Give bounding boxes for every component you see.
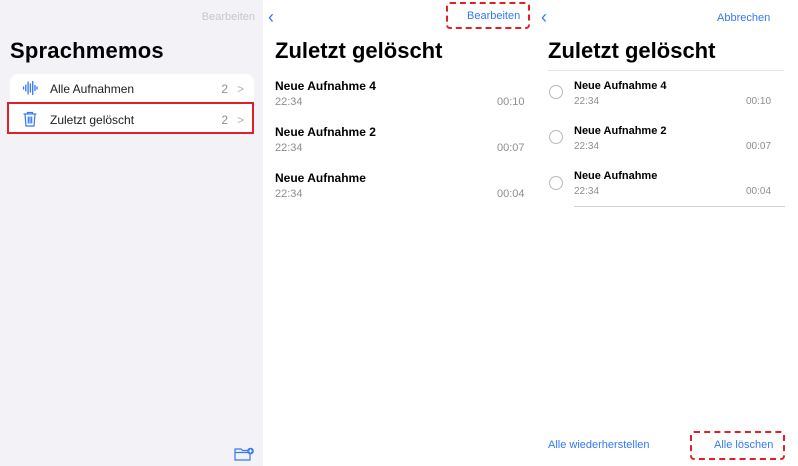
recording-time: 22:34 xyxy=(574,96,600,107)
sidebar-item-recently-deleted[interactable]: Zuletzt gelöscht 2 > xyxy=(7,102,254,134)
recently-deleted-panel xyxy=(263,0,537,466)
recording-name: Neue Aufnahme 4 xyxy=(275,79,376,93)
sidebar-item-all-recordings[interactable]: Alle Aufnahmen 2 > xyxy=(10,74,254,103)
edit-button[interactable]: Bearbeiten xyxy=(467,10,520,22)
recording-duration: 00:07 xyxy=(497,142,525,154)
back-chevron-icon[interactable]: ‹ xyxy=(541,7,547,28)
recording-time: 22:34 xyxy=(574,141,600,152)
recording-name: Neue Aufnahme 4 xyxy=(574,80,667,92)
page-title: Zuletzt gelöscht xyxy=(275,38,443,63)
recording-duration: 00:04 xyxy=(497,188,525,200)
recording-time: 22:34 xyxy=(275,188,303,200)
sidebar-title: Sprachmemos xyxy=(10,38,164,63)
recording-name: Neue Aufnahme xyxy=(574,170,658,182)
sidebar-item-label: Zuletzt gelöscht xyxy=(50,113,135,127)
select-radio[interactable] xyxy=(549,85,563,99)
sidebar-edit-button[interactable]: Bearbeiten xyxy=(202,11,255,23)
sidebar-item-count: 2 xyxy=(221,113,228,127)
recording-time: 22:34 xyxy=(574,186,600,197)
trash-icon xyxy=(23,111,37,127)
sidebar-item-label: Alle Aufnahmen xyxy=(50,82,135,96)
waveform-icon xyxy=(22,80,38,96)
back-chevron-icon[interactable]: ‹ xyxy=(268,7,274,28)
sidebar-item-count: 2 xyxy=(221,82,228,96)
divider xyxy=(574,206,785,207)
recording-name: Neue Aufnahme 2 xyxy=(275,125,376,139)
sidebar: Bearbeiten Sprachmemos Alle Aufnahmen 2 … xyxy=(0,0,263,466)
select-radio[interactable] xyxy=(549,130,563,144)
recording-duration: 00:10 xyxy=(746,96,772,107)
recording-name: Neue Aufnahme 2 xyxy=(574,125,667,137)
restore-all-button[interactable]: Alle wiederherstellen xyxy=(548,439,650,451)
recording-duration: 00:04 xyxy=(746,186,772,197)
chevron-right-icon: > xyxy=(236,82,244,96)
divider xyxy=(548,70,784,71)
recording-duration: 00:10 xyxy=(497,96,525,108)
recording-name: Neue Aufnahme xyxy=(275,171,366,185)
recording-time: 22:34 xyxy=(275,96,303,108)
page-title: Zuletzt gelöscht xyxy=(548,38,716,63)
cancel-button[interactable]: Abbrechen xyxy=(717,12,770,24)
new-folder-icon[interactable] xyxy=(234,446,254,462)
recording-time: 22:34 xyxy=(275,142,303,154)
chevron-right-icon: > xyxy=(236,113,244,127)
recording-duration: 00:07 xyxy=(746,141,772,152)
select-radio[interactable] xyxy=(549,176,563,190)
delete-all-button[interactable]: Alle löschen xyxy=(714,439,773,451)
